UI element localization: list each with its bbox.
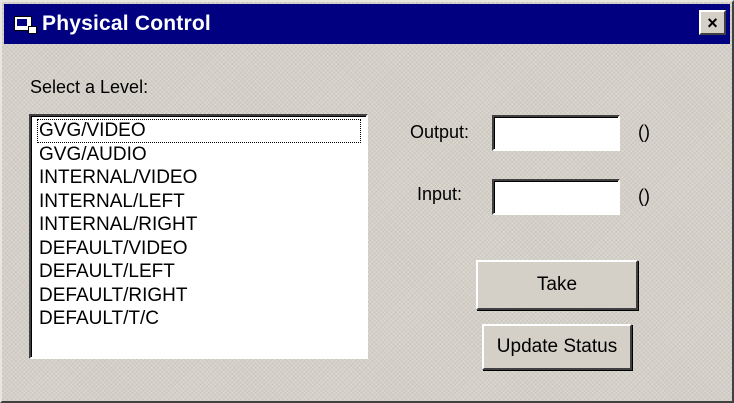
- list-item[interactable]: DEFAULT/T/C: [37, 307, 366, 331]
- close-button[interactable]: ×: [699, 10, 726, 35]
- take-button[interactable]: Take: [476, 260, 638, 310]
- update-status-button[interactable]: Update Status: [482, 324, 632, 370]
- list-item[interactable]: DEFAULT/RIGHT: [37, 284, 366, 308]
- output-status: (): [638, 122, 650, 142]
- list-item[interactable]: GVG/AUDIO: [37, 143, 366, 167]
- list-item[interactable]: DEFAULT/VIDEO: [37, 237, 366, 261]
- title-bar[interactable]: Physical Control ×: [4, 4, 730, 44]
- output-field[interactable]: [492, 115, 620, 151]
- input-label: Input:: [417, 184, 463, 204]
- select-level-label: Select a Level:: [30, 77, 149, 97]
- input-field[interactable]: [492, 179, 620, 215]
- app-icon[interactable]: [12, 13, 40, 35]
- window-title: Physical Control: [42, 12, 211, 35]
- list-item[interactable]: INTERNAL/LEFT: [37, 190, 366, 214]
- physical-control-window: Physical Control × Select a Level: GVG/V…: [0, 0, 734, 403]
- list-item[interactable]: INTERNAL/VIDEO: [37, 166, 366, 190]
- level-listbox[interactable]: GVG/VIDEO GVG/AUDIO INTERNAL/VIDEO INTER…: [29, 114, 368, 359]
- close-icon: ×: [707, 12, 718, 33]
- input-status: (): [638, 186, 650, 206]
- list-item[interactable]: INTERNAL/RIGHT: [37, 213, 366, 237]
- list-item[interactable]: GVG/VIDEO: [37, 119, 361, 143]
- output-label: Output:: [410, 122, 470, 142]
- list-item[interactable]: DEFAULT/LEFT: [37, 260, 366, 284]
